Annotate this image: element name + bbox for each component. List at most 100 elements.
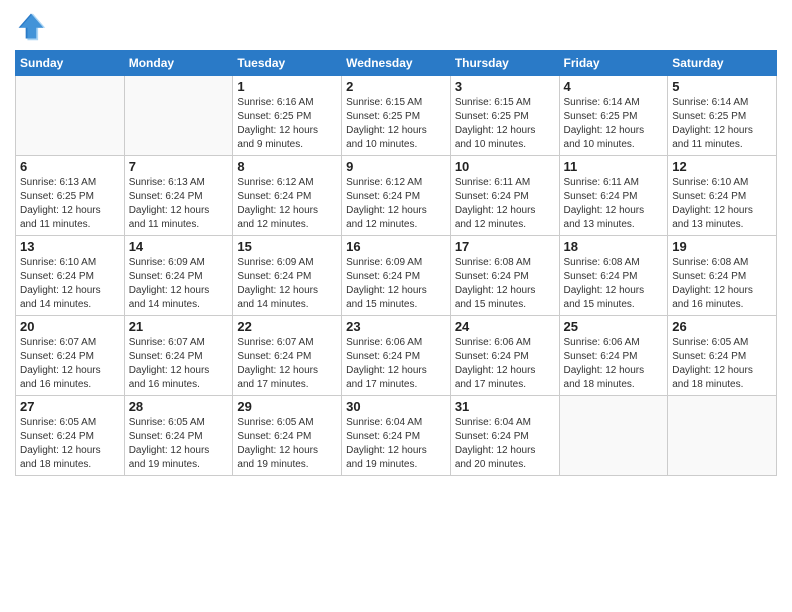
weekday-header-wednesday: Wednesday — [342, 51, 451, 76]
day-info: Sunrise: 6:05 AMSunset: 6:24 PMDaylight:… — [129, 416, 229, 472]
calendar-cell — [668, 396, 777, 476]
day-number: 20 — [20, 319, 120, 334]
day-info: Sunrise: 6:09 AMSunset: 6:24 PMDaylight:… — [129, 256, 229, 312]
day-info: Sunrise: 6:15 AMSunset: 6:25 PMDaylight:… — [346, 96, 446, 152]
day-info: Sunrise: 6:08 AMSunset: 6:24 PMDaylight:… — [455, 256, 555, 312]
day-number: 23 — [346, 319, 446, 334]
logo-icon — [15, 10, 47, 42]
week-row-3: 20 Sunrise: 6:07 AMSunset: 6:24 PMDayligh… — [16, 316, 777, 396]
day-number: 5 — [672, 79, 772, 94]
calendar-cell: 25 Sunrise: 6:06 AMSunset: 6:24 PMDayligh… — [559, 316, 668, 396]
day-info: Sunrise: 6:04 AMSunset: 6:24 PMDaylight:… — [455, 416, 555, 472]
calendar-cell: 1 Sunrise: 6:16 AMSunset: 6:25 PMDaylight… — [233, 76, 342, 156]
day-info: Sunrise: 6:09 AMSunset: 6:24 PMDaylight:… — [237, 256, 337, 312]
day-number: 4 — [564, 79, 664, 94]
day-number: 15 — [237, 239, 337, 254]
calendar-cell: 16 Sunrise: 6:09 AMSunset: 6:24 PMDayligh… — [342, 236, 451, 316]
day-info: Sunrise: 6:07 AMSunset: 6:24 PMDaylight:… — [129, 336, 229, 392]
header — [15, 10, 777, 42]
calendar-cell: 28 Sunrise: 6:05 AMSunset: 6:24 PMDayligh… — [124, 396, 233, 476]
day-info: Sunrise: 6:04 AMSunset: 6:24 PMDaylight:… — [346, 416, 446, 472]
calendar-cell: 12Sunrise: 6:10 AMSunset: 6:24 PMDayligh… — [668, 156, 777, 236]
page: SundayMondayTuesdayWednesdayThursdayFrid… — [0, 0, 792, 612]
day-info: Sunrise: 6:05 AMSunset: 6:24 PMDaylight:… — [237, 416, 337, 472]
day-info: Sunrise: 6:10 AMSunset: 6:24 PMDaylight:… — [20, 256, 120, 312]
day-info: Sunrise: 6:08 AMSunset: 6:24 PMDaylight:… — [564, 256, 664, 312]
day-info: Sunrise: 6:11 AMSunset: 6:24 PMDaylight:… — [564, 176, 664, 232]
day-number: 19 — [672, 239, 772, 254]
day-info: Sunrise: 6:06 AMSunset: 6:24 PMDaylight:… — [455, 336, 555, 392]
calendar-cell: 19 Sunrise: 6:08 AMSunset: 6:24 PMDayligh… — [668, 236, 777, 316]
day-info: Sunrise: 6:12 AMSunset: 6:24 PMDaylight:… — [346, 176, 446, 232]
day-number: 6 — [20, 159, 120, 174]
day-number: 7 — [129, 159, 229, 174]
day-number: 31 — [455, 399, 555, 414]
day-info: Sunrise: 6:06 AMSunset: 6:24 PMDaylight:… — [346, 336, 446, 392]
calendar-cell: 30 Sunrise: 6:04 AMSunset: 6:24 PMDayligh… — [342, 396, 451, 476]
day-number: 25 — [564, 319, 664, 334]
calendar-cell: 21 Sunrise: 6:07 AMSunset: 6:24 PMDayligh… — [124, 316, 233, 396]
week-row-2: 13 Sunrise: 6:10 AMSunset: 6:24 PMDayligh… — [16, 236, 777, 316]
calendar-cell: 13 Sunrise: 6:10 AMSunset: 6:24 PMDayligh… — [16, 236, 125, 316]
day-info: Sunrise: 6:13 AMSunset: 6:25 PMDaylight:… — [20, 176, 120, 232]
calendar-cell: 22Sunrise: 6:07 AMSunset: 6:24 PMDayligh… — [233, 316, 342, 396]
calendar-cell: 17 Sunrise: 6:08 AMSunset: 6:24 PMDayligh… — [450, 236, 559, 316]
day-number: 16 — [346, 239, 446, 254]
day-number: 12 — [672, 159, 772, 174]
day-number: 14 — [129, 239, 229, 254]
calendar-cell: 10 Sunrise: 6:11 AMSunset: 6:24 PMDayligh… — [450, 156, 559, 236]
calendar-cell: 3Sunrise: 6:15 AMSunset: 6:25 PMDaylight… — [450, 76, 559, 156]
calendar-cell: 4 Sunrise: 6:14 AMSunset: 6:25 PMDaylight… — [559, 76, 668, 156]
calendar-cell: 24 Sunrise: 6:06 AMSunset: 6:24 PMDayligh… — [450, 316, 559, 396]
day-info: Sunrise: 6:06 AMSunset: 6:24 PMDaylight:… — [564, 336, 664, 392]
day-number: 21 — [129, 319, 229, 334]
calendar-cell: 9Sunrise: 6:12 AMSunset: 6:24 PMDaylight… — [342, 156, 451, 236]
weekday-header-monday: Monday — [124, 51, 233, 76]
calendar-cell: 11 Sunrise: 6:11 AMSunset: 6:24 PMDayligh… — [559, 156, 668, 236]
day-info: Sunrise: 6:13 AMSunset: 6:24 PMDaylight:… — [129, 176, 229, 232]
day-number: 17 — [455, 239, 555, 254]
day-number: 11 — [564, 159, 664, 174]
weekday-header-sunday: Sunday — [16, 51, 125, 76]
calendar-cell: 18Sunrise: 6:08 AMSunset: 6:24 PMDayligh… — [559, 236, 668, 316]
calendar-cell: 5 Sunrise: 6:14 AMSunset: 6:25 PMDaylight… — [668, 76, 777, 156]
calendar-cell: 15 Sunrise: 6:09 AMSunset: 6:24 PMDayligh… — [233, 236, 342, 316]
weekday-header-saturday: Saturday — [668, 51, 777, 76]
day-info: Sunrise: 6:15 AMSunset: 6:25 PMDaylight:… — [455, 96, 555, 152]
calendar-cell: 31 Sunrise: 6:04 AMSunset: 6:24 PMDayligh… — [450, 396, 559, 476]
week-row-4: 27Sunrise: 6:05 AMSunset: 6:24 PMDayligh… — [16, 396, 777, 476]
calendar-cell: 20 Sunrise: 6:07 AMSunset: 6:24 PMDayligh… — [16, 316, 125, 396]
day-info: Sunrise: 6:14 AMSunset: 6:25 PMDaylight:… — [672, 96, 772, 152]
week-row-1: 6 Sunrise: 6:13 AMSunset: 6:25 PMDaylight… — [16, 156, 777, 236]
day-number: 22 — [237, 319, 337, 334]
day-number: 24 — [455, 319, 555, 334]
logo — [15, 10, 51, 42]
day-info: Sunrise: 6:09 AMSunset: 6:24 PMDaylight:… — [346, 256, 446, 312]
day-info: Sunrise: 6:14 AMSunset: 6:25 PMDaylight:… — [564, 96, 664, 152]
calendar-cell — [16, 76, 125, 156]
weekday-header-friday: Friday — [559, 51, 668, 76]
day-number: 2 — [346, 79, 446, 94]
day-info: Sunrise: 6:08 AMSunset: 6:24 PMDaylight:… — [672, 256, 772, 312]
day-info: Sunrise: 6:16 AMSunset: 6:25 PMDaylight:… — [237, 96, 337, 152]
weekday-header-thursday: Thursday — [450, 51, 559, 76]
day-info: Sunrise: 6:12 AMSunset: 6:24 PMDaylight:… — [237, 176, 337, 232]
day-number: 26 — [672, 319, 772, 334]
day-info: Sunrise: 6:11 AMSunset: 6:24 PMDaylight:… — [455, 176, 555, 232]
day-info: Sunrise: 6:05 AMSunset: 6:24 PMDaylight:… — [20, 416, 120, 472]
day-info: Sunrise: 6:07 AMSunset: 6:24 PMDaylight:… — [20, 336, 120, 392]
day-number: 30 — [346, 399, 446, 414]
calendar-cell: 29Sunrise: 6:05 AMSunset: 6:24 PMDayligh… — [233, 396, 342, 476]
calendar-cell: 2 Sunrise: 6:15 AMSunset: 6:25 PMDaylight… — [342, 76, 451, 156]
day-number: 10 — [455, 159, 555, 174]
calendar-cell: 7 Sunrise: 6:13 AMSunset: 6:24 PMDaylight… — [124, 156, 233, 236]
day-number: 1 — [237, 79, 337, 94]
calendar-cell: 8Sunrise: 6:12 AMSunset: 6:24 PMDaylight… — [233, 156, 342, 236]
calendar-table: SundayMondayTuesdayWednesdayThursdayFrid… — [15, 50, 777, 476]
calendar-cell: 27Sunrise: 6:05 AMSunset: 6:24 PMDayligh… — [16, 396, 125, 476]
calendar-cell: 6 Sunrise: 6:13 AMSunset: 6:25 PMDaylight… — [16, 156, 125, 236]
day-number: 13 — [20, 239, 120, 254]
calendar-cell — [124, 76, 233, 156]
calendar-cell: 26Sunrise: 6:05 AMSunset: 6:24 PMDayligh… — [668, 316, 777, 396]
day-number: 28 — [129, 399, 229, 414]
